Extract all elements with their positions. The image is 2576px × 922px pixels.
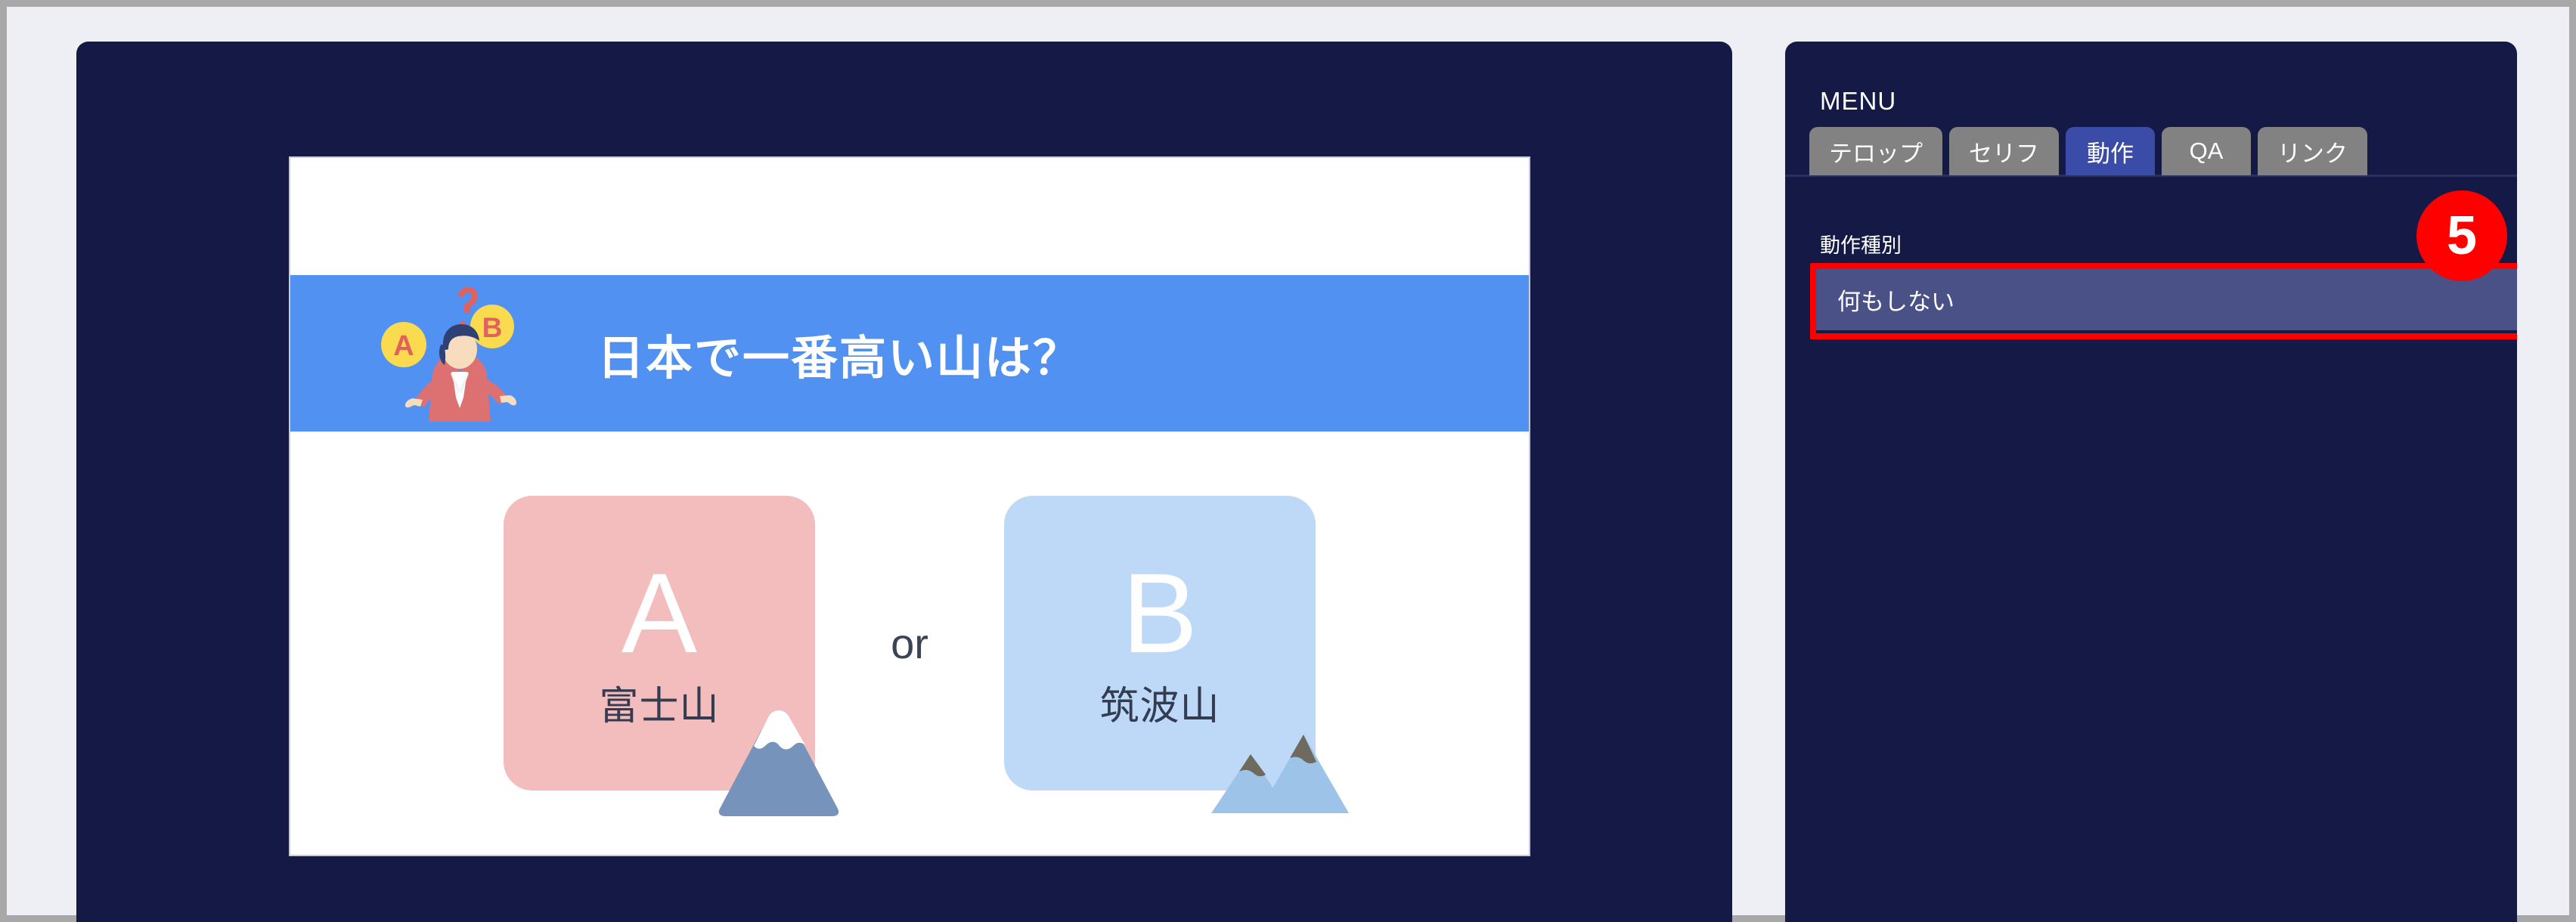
answer-label-b: 筑波山 <box>1099 684 1220 729</box>
quiz-person-ab-illustration: A B <box>374 275 578 432</box>
slide-canvas[interactable]: A B 日本で一番高い山は？ A 富士山 or B 筑波山 <box>290 158 1529 855</box>
answer-separator: or <box>891 619 928 667</box>
action-type-highlight: 何もしない <box>1810 263 2517 339</box>
svg-text:A: A <box>393 330 414 362</box>
answer-card-a[interactable]: A 富士山 <box>504 496 839 816</box>
app-window: A B 日本で一番高い山は？ A 富士山 or B 筑波山 MENU テロップ … <box>0 0 2576 922</box>
svg-text:B: B <box>482 312 503 343</box>
answer-label-a: 富士山 <box>599 684 720 729</box>
tab-telop[interactable]: テロップ <box>1809 127 1942 175</box>
menu-heading: MENU <box>1820 87 1897 115</box>
tab-link[interactable]: リンク <box>2258 127 2367 175</box>
tab-strip: テロップ セリフ 動作 QA リンク <box>1809 127 2517 175</box>
slide-title-band: A B 日本で一番高い山は？ <box>290 275 1529 432</box>
answer-card-b[interactable]: B 筑波山 <box>1004 496 1349 813</box>
menu-panel: MENU テロップ セリフ 動作 QA リンク 動作種別 何もしない <box>1785 42 2517 922</box>
action-type-label: 動作種別 <box>1820 234 1902 257</box>
tab-serif[interactable]: セリフ <box>1949 127 2059 175</box>
answer-letter-a: A <box>621 549 698 676</box>
answer-letter-b: B <box>1121 549 1198 676</box>
answer-options-row: A 富士山 or B 筑波山 <box>290 432 1529 855</box>
tab-qa[interactable]: QA <box>2162 127 2251 175</box>
slide-title: 日本で一番高い山は？ <box>597 332 1082 385</box>
action-type-select[interactable]: 何もしない <box>1816 269 2517 333</box>
tab-dousa[interactable]: 動作 <box>2066 127 2155 175</box>
fuji-mountain-icon <box>703 704 854 818</box>
twin-peak-mountain-icon <box>1204 704 1355 818</box>
slide-preview-panel: A B 日本で一番高い山は？ A 富士山 or B 筑波山 <box>76 42 1732 922</box>
step-number-badge: 5 <box>2416 190 2507 281</box>
